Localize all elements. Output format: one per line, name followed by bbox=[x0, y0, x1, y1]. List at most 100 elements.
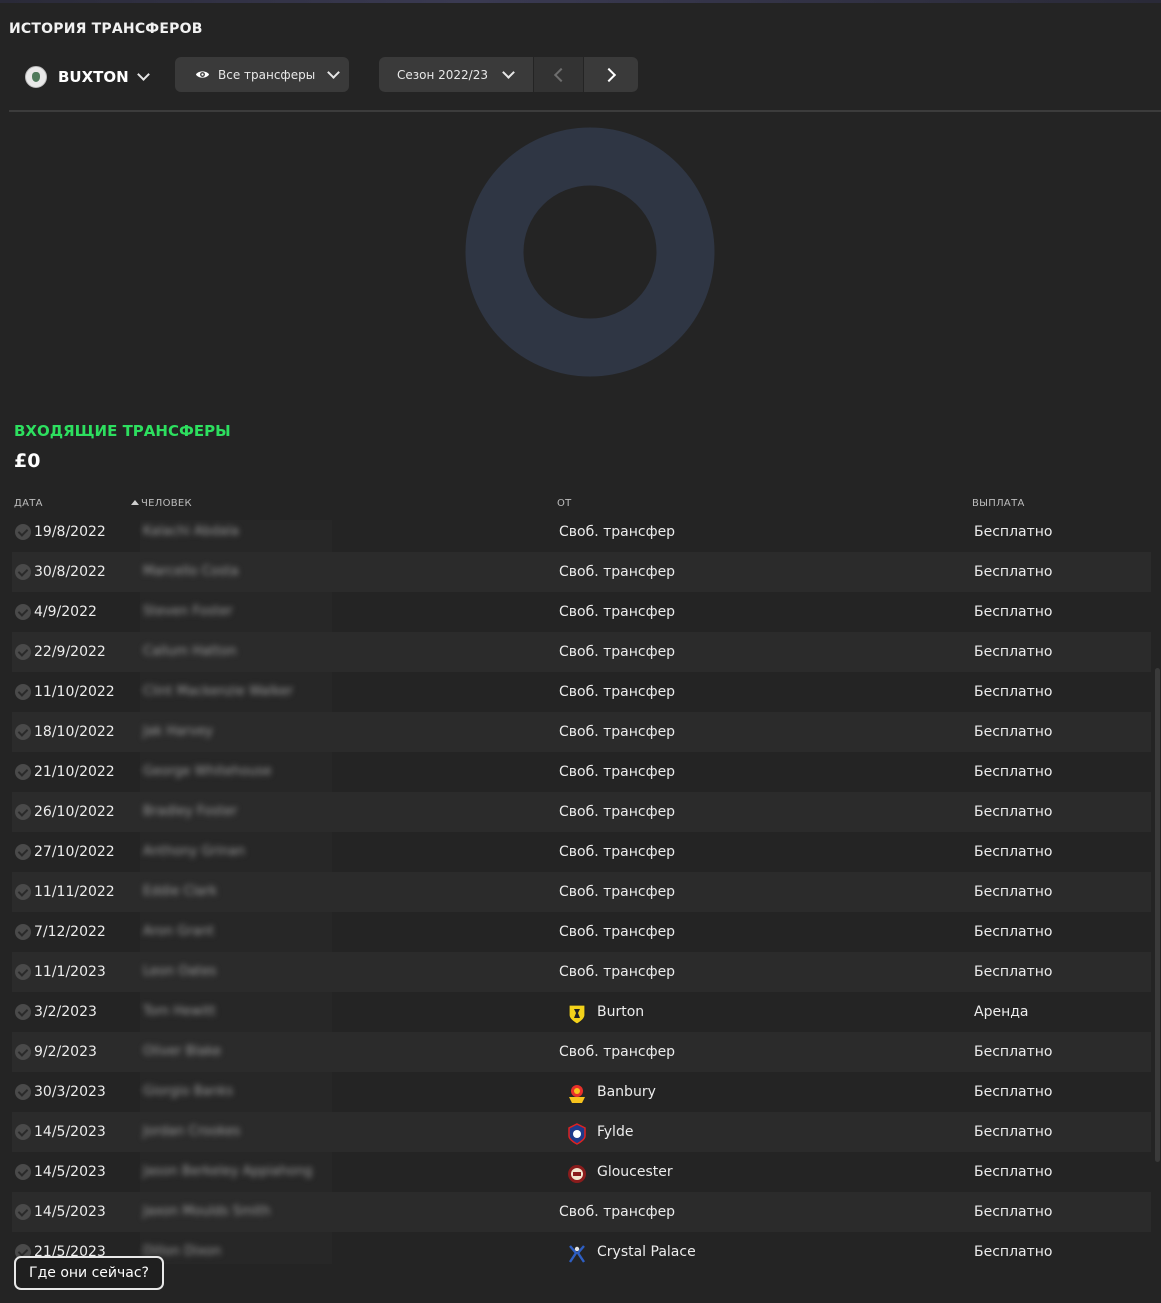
transfer-row[interactable]: 9/2/2023 Oliver Blake Своб. трансфер Беспла… bbox=[12, 1032, 1151, 1072]
transfer-row[interactable]: 21/10/2022 George Whitehouse Своб. трансфе… bbox=[12, 752, 1151, 792]
check-icon bbox=[15, 1004, 31, 1020]
transfer-row[interactable]: 11/1/2023 Leon Oates Своб. трансфер Бесплат… bbox=[12, 952, 1151, 992]
transfer-from-label: Своб. трансфер bbox=[559, 804, 676, 820]
player-name[interactable]: Eddie Clark bbox=[143, 872, 217, 912]
donut-ring bbox=[465, 127, 715, 377]
chevron-down-icon bbox=[136, 68, 150, 81]
transfer-from: Своб. трансфер bbox=[559, 952, 675, 992]
column-header-from[interactable]: ОТ bbox=[557, 498, 572, 509]
transfer-from[interactable]: Burton bbox=[561, 992, 644, 1032]
transfer-from: Своб. трансфер bbox=[559, 912, 675, 952]
transfer-row[interactable]: 18/10/2022 Jak Harvey Своб. трансфер Беспла… bbox=[12, 712, 1151, 752]
season-dropdown[interactable]: Сезон 2022/23 bbox=[379, 57, 533, 92]
transfer-from-label: Banbury bbox=[597, 1084, 656, 1100]
transfer-date: 21/10/2022 bbox=[34, 764, 115, 780]
check-icon bbox=[15, 564, 31, 580]
transfer-from: Своб. трансфер bbox=[559, 832, 675, 872]
transfer-fee: Бесплатно bbox=[974, 724, 1053, 740]
transfer-date: 26/10/2022 bbox=[34, 804, 115, 820]
transfer-from[interactable]: Gloucester bbox=[561, 1152, 673, 1192]
transfer-date: 7/12/2022 bbox=[34, 924, 106, 940]
transfer-history-page: ИСТОРИЯ ТРАНСФЕРОВ BUXTON Все трансферы … bbox=[0, 0, 1161, 1303]
player-name[interactable]: Kalachi Abdala bbox=[143, 512, 239, 552]
club-selector[interactable]: BUXTON bbox=[25, 63, 150, 91]
transfer-row[interactable]: 26/10/2022 Bradley Foster Своб. трансфер Бе… bbox=[12, 792, 1151, 832]
check-icon bbox=[15, 924, 31, 940]
transfer-from[interactable]: Crystal Palace bbox=[561, 1232, 696, 1264]
player-name[interactable]: Aron Grant bbox=[143, 912, 214, 952]
transfer-from: Своб. трансфер bbox=[559, 1192, 675, 1232]
transfer-date: 11/11/2022 bbox=[34, 884, 115, 900]
player-name[interactable]: Leon Oates bbox=[143, 952, 216, 992]
player-name[interactable]: Steven Foster bbox=[143, 592, 233, 632]
check-icon bbox=[15, 724, 31, 740]
transfer-from-label: Своб. трансфер bbox=[559, 1204, 676, 1220]
transfer-from-label: Crystal Palace bbox=[597, 1244, 696, 1260]
transfer-row[interactable]: 14/5/2023 Jaxon Moulds Smith Своб. трансфе… bbox=[12, 1192, 1151, 1232]
transfer-row[interactable]: 14/5/2023 Jason Berkeley Appiahong Glouces… bbox=[12, 1152, 1151, 1192]
transfer-from: Своб. трансфер bbox=[559, 552, 675, 592]
column-header-fee[interactable]: ВЫПЛАТА bbox=[972, 498, 1025, 509]
player-name[interactable]: Oliver Blake bbox=[143, 1032, 221, 1072]
transfer-fee: Бесплатно bbox=[974, 644, 1053, 660]
transfer-from-label: Burton bbox=[597, 1004, 645, 1020]
transfer-row[interactable]: 21/5/2023 Dillon Dixon Crystal Palace Беспл… bbox=[12, 1232, 1151, 1264]
club-crest-icon bbox=[25, 66, 47, 88]
transfer-date: 11/1/2023 bbox=[34, 964, 106, 980]
player-name[interactable]: Anthony Grinan bbox=[143, 832, 245, 872]
check-icon bbox=[15, 1124, 31, 1140]
gloucester-crest-icon bbox=[567, 1161, 587, 1183]
transfer-fee: Бесплатно bbox=[974, 844, 1053, 860]
next-season-button[interactable] bbox=[584, 57, 638, 92]
transfer-from: Своб. трансфер bbox=[559, 792, 675, 832]
transfer-row[interactable]: 11/10/2022 Clint Mackenzie Walker Своб. тр… bbox=[12, 672, 1151, 712]
player-name[interactable]: Tom Hewitt bbox=[143, 992, 216, 1032]
page-title: ИСТОРИЯ ТРАНСФЕРОВ bbox=[9, 21, 203, 37]
player-name[interactable]: Jaxon Moulds Smith bbox=[143, 1192, 270, 1232]
player-name[interactable]: Jak Harvey bbox=[143, 712, 213, 752]
where-are-they-now-button[interactable]: Где они сейчас? bbox=[14, 1256, 164, 1290]
season-label: Сезон 2022/23 bbox=[397, 67, 488, 82]
transfer-row[interactable]: 19/8/2022 Kalachi Abdala Своб. трансфер Бес… bbox=[12, 512, 1151, 552]
transfer-row[interactable]: 27/10/2022 Anthony Grinan Своб. трансфер Бе… bbox=[12, 832, 1151, 872]
transfer-from-label: Gloucester bbox=[597, 1164, 673, 1180]
transfer-date: 27/10/2022 bbox=[34, 844, 115, 860]
transfer-from-label: Своб. трансфер bbox=[559, 884, 676, 900]
scrollbar[interactable] bbox=[1155, 668, 1160, 1162]
transfer-date: 11/10/2022 bbox=[34, 684, 115, 700]
transfer-row[interactable]: 30/3/2023 Giorgio Banks Banbury Бесплатно bbox=[12, 1072, 1151, 1112]
column-header-person[interactable]: ЧЕЛОВЕК bbox=[131, 498, 192, 509]
player-name[interactable]: Giorgio Banks bbox=[143, 1072, 233, 1112]
transfer-from[interactable]: Banbury bbox=[561, 1072, 656, 1112]
player-name[interactable]: George Whitehouse bbox=[143, 752, 272, 792]
burton-crest-icon bbox=[567, 1001, 587, 1025]
transfer-row[interactable]: 22/9/2022 Callum Hatton Своб. трансфер Бесп… bbox=[12, 632, 1151, 672]
transfer-fee: Бесплатно bbox=[974, 924, 1053, 940]
transfer-fee: Бесплатно bbox=[974, 1204, 1053, 1220]
column-header-date[interactable]: ДАТА bbox=[14, 498, 43, 509]
chevron-down-icon bbox=[327, 65, 341, 79]
transfer-date: 19/8/2022 bbox=[34, 524, 106, 540]
transfer-filter-dropdown[interactable]: Все трансферы bbox=[175, 57, 349, 92]
transfer-fee: Бесплатно bbox=[974, 524, 1053, 540]
fylde-crest-icon bbox=[567, 1121, 587, 1145]
player-name[interactable]: Callum Hatton bbox=[143, 632, 236, 672]
transfer-row[interactable]: 11/11/2022 Eddie Clark Своб. трансфер Беспл… bbox=[12, 872, 1151, 912]
player-name[interactable]: Jason Berkeley Appiahong bbox=[143, 1152, 312, 1192]
transfer-row[interactable]: 30/8/2022 Marcello Costa Своб. трансфер Бес… bbox=[12, 552, 1151, 592]
chevron-left-icon bbox=[553, 67, 568, 82]
transfer-fee: Бесплатно bbox=[974, 804, 1053, 820]
player-name[interactable]: Bradley Foster bbox=[143, 792, 237, 832]
transfer-row[interactable]: 14/5/2023 Jordan Crookes Fylde Бесплатно bbox=[12, 1112, 1151, 1152]
transfer-from-label: Своб. трансфер bbox=[559, 844, 676, 860]
transfer-row[interactable]: 7/12/2022 Aron Grant Своб. трансфер Бесплат… bbox=[12, 912, 1151, 952]
filter-label: Все трансферы bbox=[218, 67, 316, 82]
transfer-fee: Аренда bbox=[974, 1004, 1029, 1020]
transfer-row[interactable]: 3/2/2023 Tom Hewitt Burton Аренда bbox=[12, 992, 1151, 1032]
player-name[interactable]: Marcello Costa bbox=[143, 552, 239, 592]
transfer-from[interactable]: Fylde bbox=[561, 1112, 633, 1152]
player-name[interactable]: Jordan Crookes bbox=[143, 1112, 240, 1152]
previous-season-button[interactable] bbox=[534, 57, 583, 92]
player-name[interactable]: Clint Mackenzie Walker bbox=[143, 672, 293, 712]
transfer-row[interactable]: 4/9/2022 Steven Foster Своб. трансфер Беспл… bbox=[12, 592, 1151, 632]
